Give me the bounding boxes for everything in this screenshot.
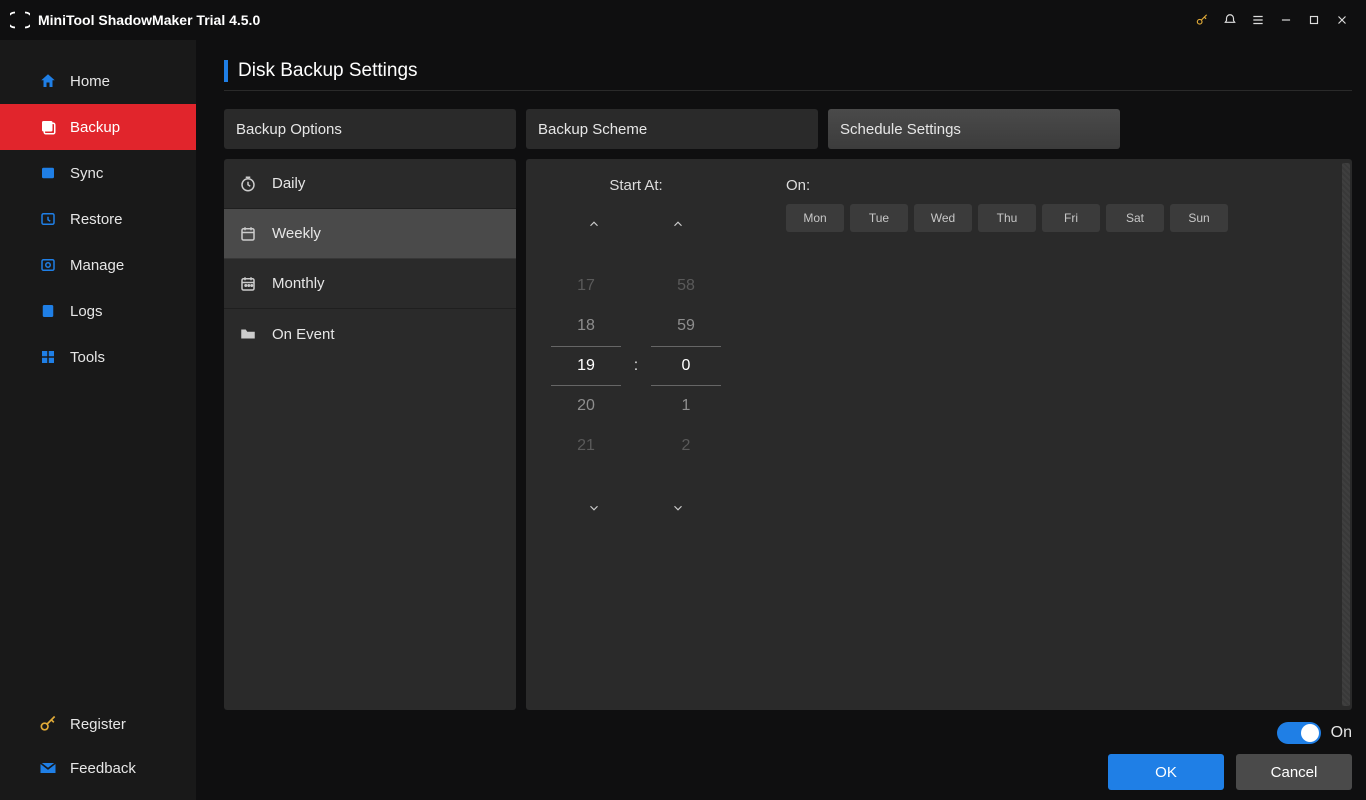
sync-icon [38, 163, 58, 183]
tab-label: Backup Scheme [538, 121, 647, 138]
minute-option: 1 [651, 386, 721, 426]
ok-label: OK [1155, 764, 1177, 781]
sidebar: Home Backup Sync Restore Manage Logs [0, 40, 196, 800]
hour-down[interactable] [574, 494, 614, 522]
main: Disk Backup Settings Backup Options Back… [196, 40, 1366, 800]
ok-button[interactable]: OK [1108, 754, 1224, 790]
minute-option: 2 [651, 426, 721, 466]
freq-monthly[interactable]: Monthly [224, 259, 516, 309]
day-sat[interactable]: Sat [1106, 204, 1164, 232]
freq-label: Monthly [272, 275, 325, 292]
feedback-label: Feedback [70, 760, 136, 777]
hour-up[interactable] [574, 210, 614, 238]
menu-icon[interactable] [1244, 6, 1272, 34]
calendar-week-icon [238, 224, 258, 244]
tab-schedule-settings[interactable]: Schedule Settings [828, 109, 1120, 149]
titlebar: MiniTool ShadowMaker Trial 4.5.0 [0, 0, 1366, 40]
sidebar-item-label: Sync [70, 165, 103, 182]
register-label: Register [70, 716, 126, 733]
freq-daily[interactable]: Daily [224, 159, 516, 209]
day-sun[interactable]: Sun [1170, 204, 1228, 232]
sidebar-feedback[interactable]: Feedback [0, 746, 196, 790]
key-icon[interactable] [1188, 6, 1216, 34]
tab-backup-options[interactable]: Backup Options [224, 109, 516, 149]
day-fri[interactable]: Fri [1042, 204, 1100, 232]
day-wed[interactable]: Wed [914, 204, 972, 232]
sidebar-item-manage[interactable]: Manage [0, 242, 196, 288]
time-colon: : [626, 357, 646, 375]
footer: On OK Cancel [224, 710, 1352, 790]
minute-option: 58 [651, 266, 721, 306]
sidebar-item-label: Manage [70, 257, 124, 274]
page-title-row: Disk Backup Settings [224, 60, 1352, 91]
day-mon[interactable]: Mon [786, 204, 844, 232]
minute-down[interactable] [658, 494, 698, 522]
app-title: MiniTool ShadowMaker Trial 4.5.0 [38, 12, 260, 28]
sidebar-item-label: Backup [70, 119, 120, 136]
freq-weekly[interactable]: Weekly [224, 209, 516, 259]
sidebar-register[interactable]: Register [0, 702, 196, 746]
app-logo-icon [10, 10, 30, 30]
schedule-toggle[interactable] [1277, 722, 1321, 744]
backup-icon [38, 117, 58, 137]
minimize-icon[interactable] [1272, 6, 1300, 34]
sidebar-item-home[interactable]: Home [0, 58, 196, 104]
home-icon [38, 71, 58, 91]
sidebar-item-restore[interactable]: Restore [0, 196, 196, 242]
time-picker: Start At: 17 18 19 20 21 [546, 177, 726, 522]
sidebar-item-label: Restore [70, 211, 123, 228]
tab-label: Backup Options [236, 121, 342, 138]
minute-column[interactable]: 58 59 0 1 2 [646, 266, 726, 466]
restore-icon [38, 209, 58, 229]
days-picker: On: Mon Tue Wed Thu Fri Sat Sun [786, 177, 1228, 232]
hour-column[interactable]: 17 18 19 20 21 [546, 266, 626, 466]
logs-icon [38, 301, 58, 321]
tab-backup-scheme[interactable]: Backup Scheme [526, 109, 818, 149]
freq-label: Weekly [272, 225, 321, 242]
freq-label: On Event [272, 326, 335, 343]
clock-icon [238, 174, 258, 194]
hour-option: 20 [551, 386, 621, 426]
minute-up[interactable] [658, 210, 698, 238]
hour-option: 17 [551, 266, 621, 306]
cancel-button[interactable]: Cancel [1236, 754, 1352, 790]
freq-label: Daily [272, 175, 305, 192]
freq-onevent[interactable]: On Event [224, 309, 516, 359]
day-thu[interactable]: Thu [978, 204, 1036, 232]
toggle-label: On [1331, 724, 1352, 742]
page-title: Disk Backup Settings [238, 60, 418, 82]
sidebar-item-tools[interactable]: Tools [0, 334, 196, 380]
key-icon [38, 714, 58, 734]
close-icon[interactable] [1328, 6, 1356, 34]
minute-selected: 0 [651, 346, 721, 386]
page-title-accent [224, 60, 228, 82]
tabs: Backup Options Backup Scheme Schedule Se… [224, 109, 1352, 149]
folder-icon [238, 324, 258, 344]
minute-option: 59 [651, 306, 721, 346]
frequency-list: Daily Weekly Monthly On Event [224, 159, 516, 710]
day-tue[interactable]: Tue [850, 204, 908, 232]
maximize-icon[interactable] [1300, 6, 1328, 34]
tab-label: Schedule Settings [840, 121, 961, 138]
cancel-label: Cancel [1271, 764, 1318, 781]
mail-icon [38, 758, 58, 778]
sidebar-item-label: Home [70, 73, 110, 90]
hour-option: 21 [551, 426, 621, 466]
sidebar-item-sync[interactable]: Sync [0, 150, 196, 196]
on-label: On: [786, 177, 1228, 194]
sidebar-item-logs[interactable]: Logs [0, 288, 196, 334]
sidebar-item-label: Logs [70, 303, 103, 320]
start-at-label: Start At: [609, 177, 662, 194]
sidebar-item-label: Tools [70, 349, 105, 366]
hour-option: 18 [551, 306, 621, 346]
notify-icon[interactable] [1216, 6, 1244, 34]
scrollbar[interactable] [1342, 163, 1350, 706]
calendar-month-icon [238, 274, 258, 294]
schedule-panel: Start At: 17 18 19 20 21 [526, 159, 1352, 710]
tools-icon [38, 347, 58, 367]
sidebar-item-backup[interactable]: Backup [0, 104, 196, 150]
hour-selected: 19 [551, 346, 621, 386]
manage-icon [38, 255, 58, 275]
